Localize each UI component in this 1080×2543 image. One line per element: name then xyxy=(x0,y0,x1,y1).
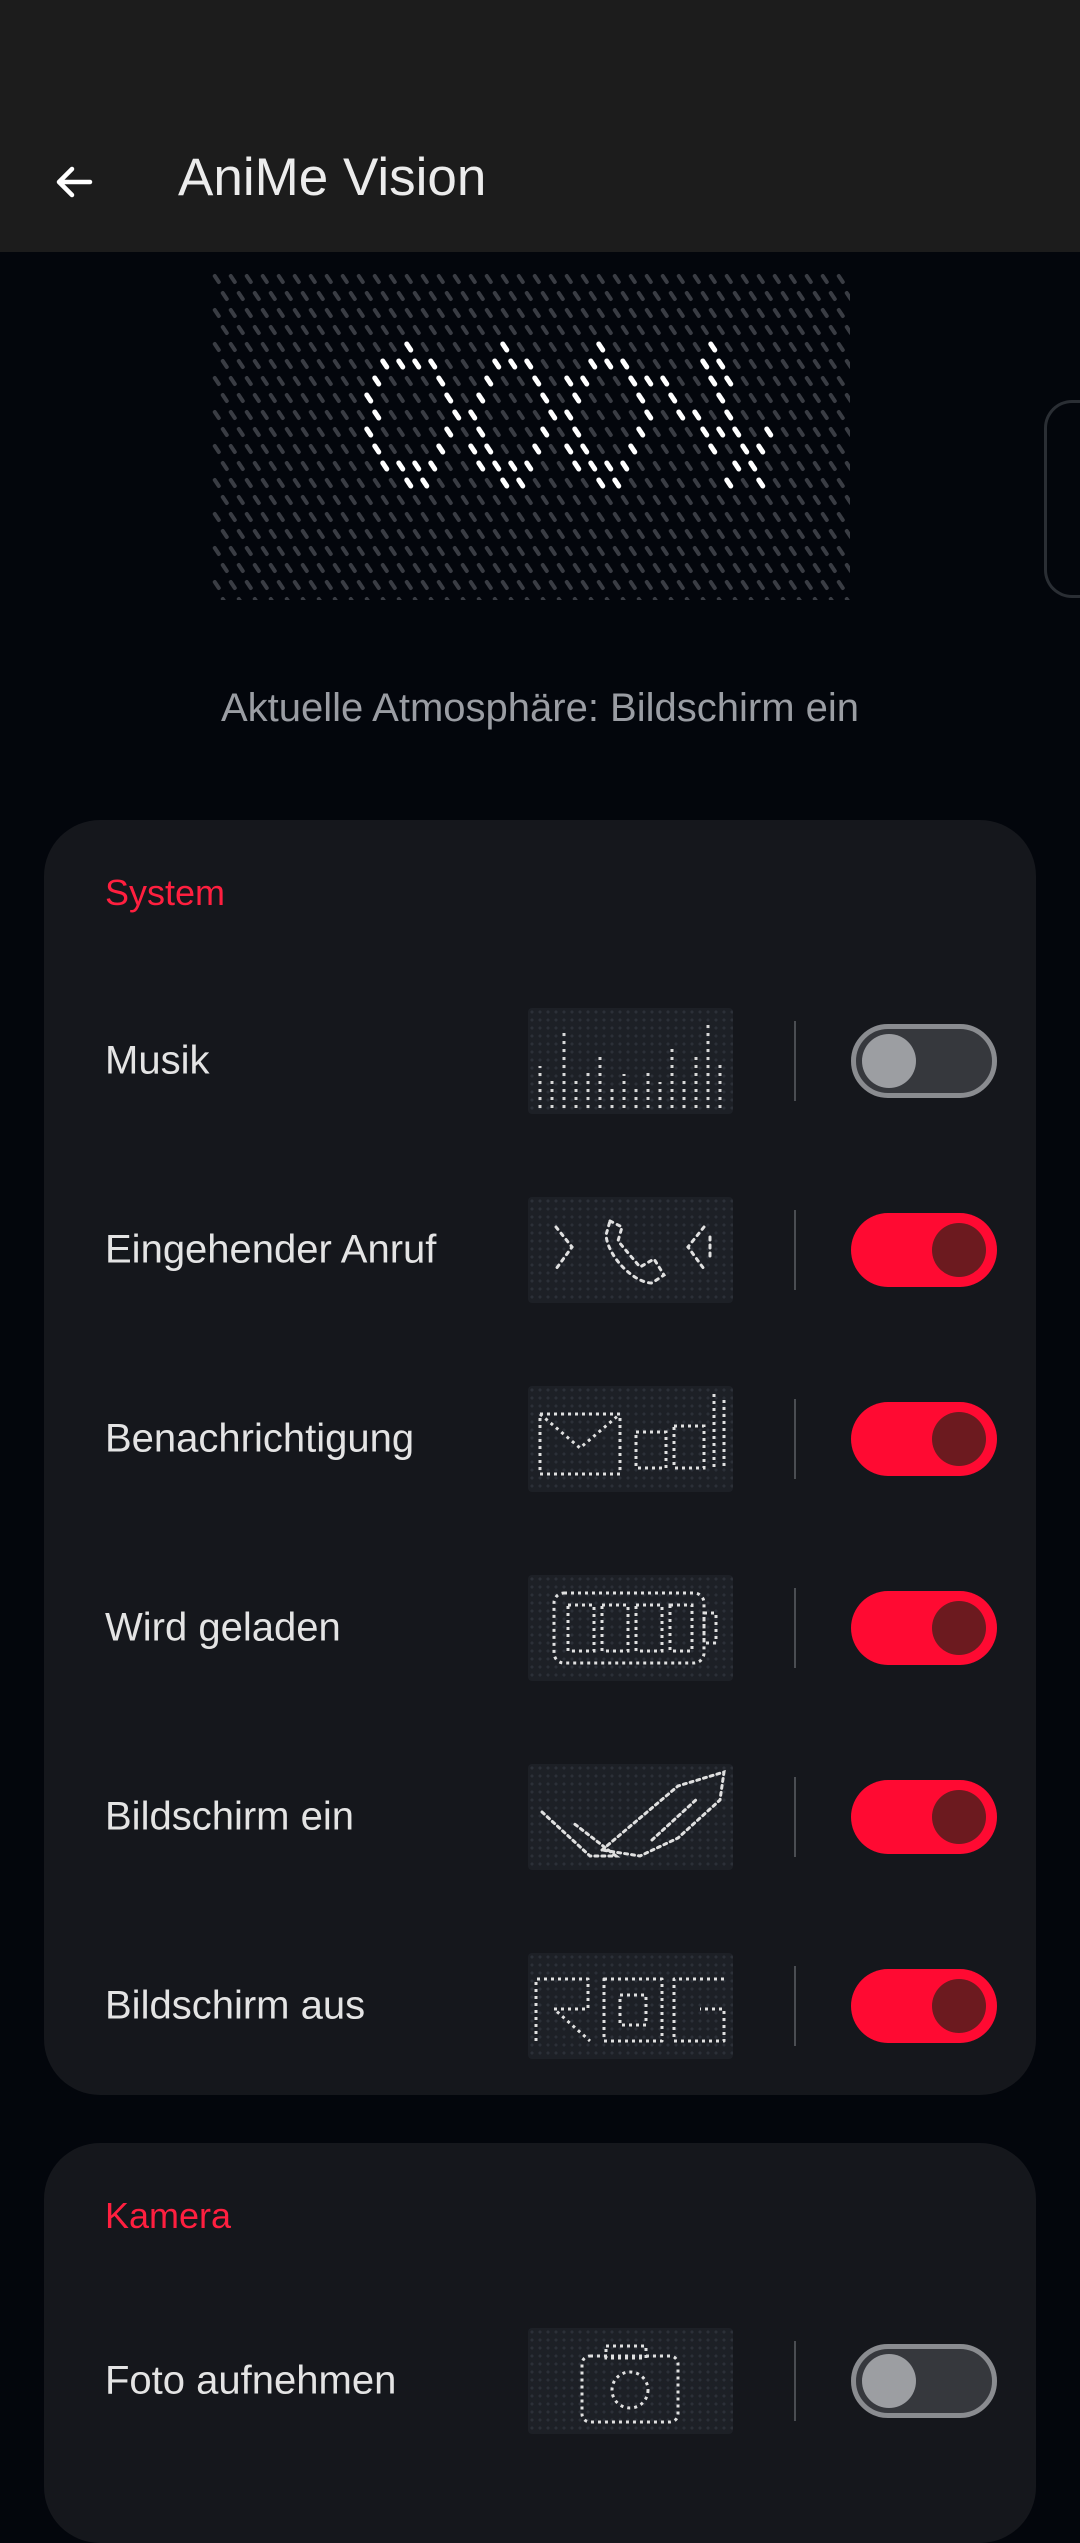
animation-row-take-photo[interactable]: Foto aufnehmen xyxy=(44,2301,1036,2461)
row-divider xyxy=(794,1966,796,2046)
page-title: AniMe Vision xyxy=(178,148,487,207)
toggle-knob xyxy=(862,1034,916,1088)
row-label: Musik xyxy=(105,1038,210,1083)
animation-row-notification[interactable]: Benachrichtigung xyxy=(44,1359,1036,1519)
row-label: Bildschirm aus xyxy=(105,1983,366,2028)
current-atmosphere-text: Aktuelle Atmosphäre: Bildschirm ein xyxy=(220,686,860,730)
row-label: Eingehender Anruf xyxy=(105,1227,437,1272)
row-label: Bildschirm ein xyxy=(105,1794,354,1839)
side-panel-handle[interactable] xyxy=(1044,400,1080,598)
animation-row-screen-on[interactable]: Bildschirm ein xyxy=(44,1737,1036,1897)
battery-charging-thumbnail-icon xyxy=(528,1575,733,1681)
anime-matrix-preview xyxy=(212,274,850,600)
charging-toggle[interactable] xyxy=(851,1591,997,1665)
row-divider xyxy=(794,2341,796,2421)
equalizer-thumbnail-icon xyxy=(528,1008,733,1114)
toggle-knob xyxy=(932,1223,986,1277)
take-photo-toggle[interactable] xyxy=(851,2344,997,2418)
animation-row-screen-off[interactable]: Bildschirm aus xyxy=(44,1926,1036,2086)
row-divider xyxy=(794,1399,796,1479)
toggle-knob xyxy=(932,1601,986,1655)
screen-on-toggle[interactable] xyxy=(851,1780,997,1854)
animation-row-music[interactable]: Musik xyxy=(44,981,1036,1141)
system-section-card: System Musik Eingehender Anruf Benachric… xyxy=(44,820,1036,2095)
row-divider xyxy=(794,1777,796,1857)
row-divider xyxy=(794,1021,796,1101)
row-divider xyxy=(794,1210,796,1290)
incoming-call-toggle[interactable] xyxy=(851,1213,997,1287)
notification-toggle[interactable] xyxy=(851,1402,997,1476)
rog-text-thumbnail-icon xyxy=(528,1953,733,2059)
row-label: Wird geladen xyxy=(105,1605,341,1650)
app-bar: AniMe Vision xyxy=(0,0,1080,252)
camera-thumbnail-icon xyxy=(528,2328,733,2434)
section-title-camera: Kamera xyxy=(105,2195,232,2236)
mail-notification-thumbnail-icon xyxy=(528,1386,733,1492)
toggle-knob xyxy=(932,1979,986,2033)
row-label: Foto aufnehmen xyxy=(105,2358,397,2403)
toggle-knob xyxy=(932,1790,986,1844)
arrow-left-icon xyxy=(56,166,93,198)
row-label: Benachrichtigung xyxy=(105,1416,415,1461)
section-title-system: System xyxy=(105,872,226,913)
row-divider xyxy=(794,1588,796,1668)
camera-section-card: Kamera Foto aufnehmen xyxy=(44,2143,1036,2543)
phone-call-thumbnail-icon xyxy=(528,1197,733,1303)
music-toggle[interactable] xyxy=(851,1024,997,1098)
animation-row-incoming-call[interactable]: Eingehender Anruf xyxy=(44,1170,1036,1330)
toggle-knob xyxy=(932,1412,986,1466)
back-button[interactable] xyxy=(34,142,114,222)
rog-eye-logo-thumbnail-icon xyxy=(528,1764,733,1870)
animation-row-charging[interactable]: Wird geladen xyxy=(44,1548,1036,1708)
screen-off-toggle[interactable] xyxy=(851,1969,997,2043)
